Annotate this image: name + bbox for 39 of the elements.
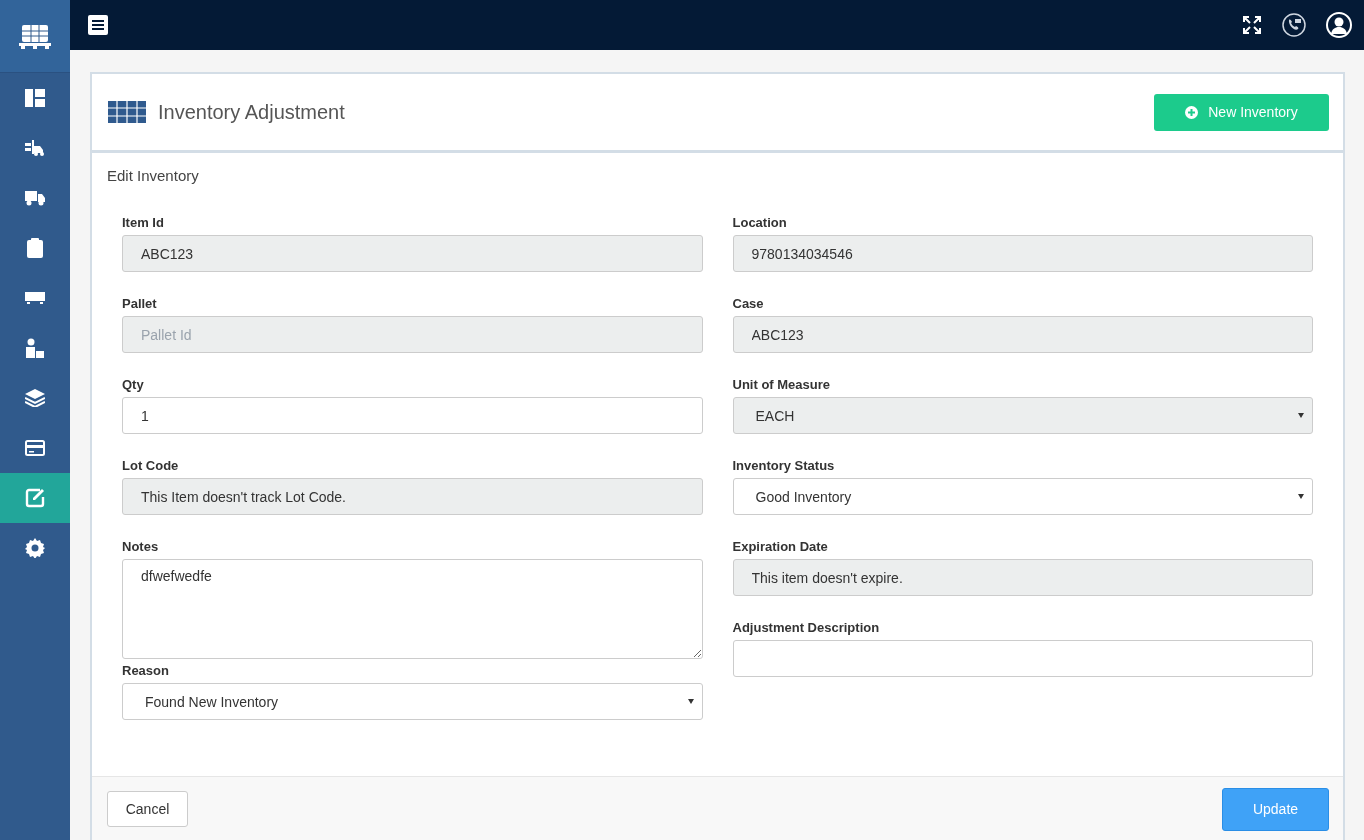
field-label: Item Id (122, 215, 165, 231)
field-label: Location (732, 215, 788, 231)
forklift-icon (25, 140, 45, 156)
field-label: Unit of Measure (732, 377, 831, 393)
notes-field[interactable]: dfwefwedfe (122, 559, 703, 659)
edit-icon (25, 488, 45, 508)
dashboard-icon (25, 89, 45, 107)
menu-icon (92, 20, 104, 30)
layers-icon (25, 389, 45, 407)
pallet-logo-icon (19, 23, 51, 49)
clipboard-icon (27, 238, 43, 258)
menu-button[interactable] (88, 15, 108, 35)
page-title: Inventory Adjustment (158, 100, 345, 124)
truck-icon (25, 190, 45, 206)
field-label: Expiration Date (732, 539, 829, 555)
field-label: Inventory Status (732, 458, 836, 474)
settings-icon (25, 538, 45, 558)
sidebar-item[interactable] (0, 473, 70, 523)
field-label: Lot Code (122, 458, 180, 474)
form-title: Edit Inventory (107, 167, 199, 184)
user-avatar-icon[interactable] (1326, 12, 1352, 38)
trailer-icon (25, 292, 45, 304)
card-icon (25, 440, 45, 456)
field-label: Reason (122, 663, 170, 679)
field-label: Adjustment Description (732, 620, 881, 636)
input-field[interactable]: 1 (122, 397, 703, 434)
boxes-icon (108, 99, 146, 125)
input-field[interactable] (732, 640, 1313, 677)
field-label: Pallet (122, 296, 158, 312)
dropdown[interactable]: Found New Inventory (122, 683, 703, 720)
field-label: Notes (122, 539, 160, 555)
fullscreen-icon[interactable] (1242, 15, 1262, 35)
dropdown[interactable]: Good Inventory (732, 478, 1313, 515)
phone-message-icon[interactable] (1282, 13, 1306, 37)
field-label: Qty (122, 377, 145, 393)
cancel-button[interactable]: Cancel (107, 791, 188, 827)
worker-icon (25, 338, 45, 358)
field-label: Case (732, 296, 765, 312)
plus-circle-icon (1185, 105, 1199, 119)
